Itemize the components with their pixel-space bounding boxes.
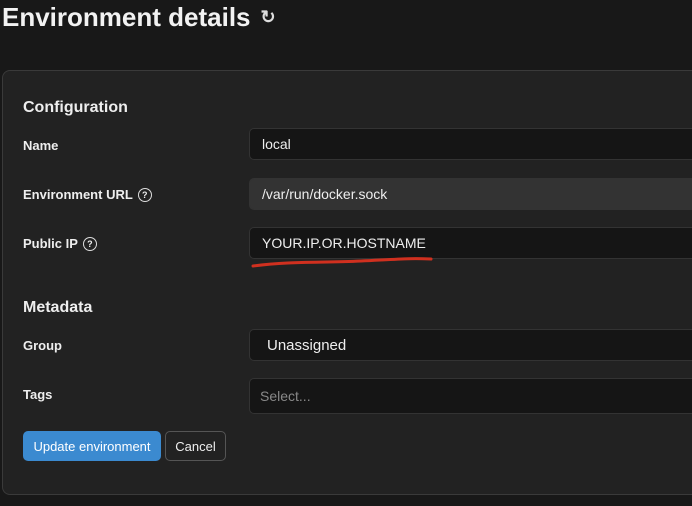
metadata-heading: Metadata bbox=[23, 299, 93, 316]
help-icon[interactable]: ? bbox=[82, 236, 97, 251]
tags-label: Tags bbox=[23, 387, 52, 402]
page-title: Environment details ↻ bbox=[2, 0, 276, 34]
environment-url-label-text: Environment URL bbox=[23, 187, 133, 202]
configuration-heading: Configuration bbox=[23, 99, 128, 116]
page-title-text: Environment details bbox=[2, 1, 251, 32]
environment-url-label: Environment URL? bbox=[23, 187, 152, 202]
environment-form-panel: Configuration Name local Environment URL… bbox=[2, 70, 692, 495]
tags-select[interactable]: Select... bbox=[249, 378, 692, 414]
name-label: Name bbox=[23, 138, 58, 153]
public-ip-input[interactable]: YOUR.IP.OR.HOSTNAME bbox=[249, 227, 692, 259]
cancel-button[interactable]: Cancel bbox=[165, 431, 226, 461]
group-label: Group bbox=[23, 338, 62, 353]
group-label-text: Group bbox=[23, 338, 62, 353]
name-input[interactable]: local bbox=[249, 128, 692, 160]
refresh-icon[interactable]: ↻ bbox=[261, 7, 276, 28]
tags-label-text: Tags bbox=[23, 387, 53, 402]
name-label-text: Name bbox=[23, 138, 59, 153]
update-environment-button[interactable]: Update environment bbox=[23, 431, 161, 461]
group-select[interactable]: Unassigned bbox=[249, 329, 692, 361]
public-ip-label: Public IP? bbox=[23, 236, 97, 251]
environment-url-input[interactable]: /var/run/docker.sock bbox=[249, 178, 692, 210]
public-ip-label-text: Public IP bbox=[23, 236, 78, 251]
red-underline-annotation bbox=[251, 257, 433, 268]
help-icon[interactable]: ? bbox=[137, 187, 152, 202]
